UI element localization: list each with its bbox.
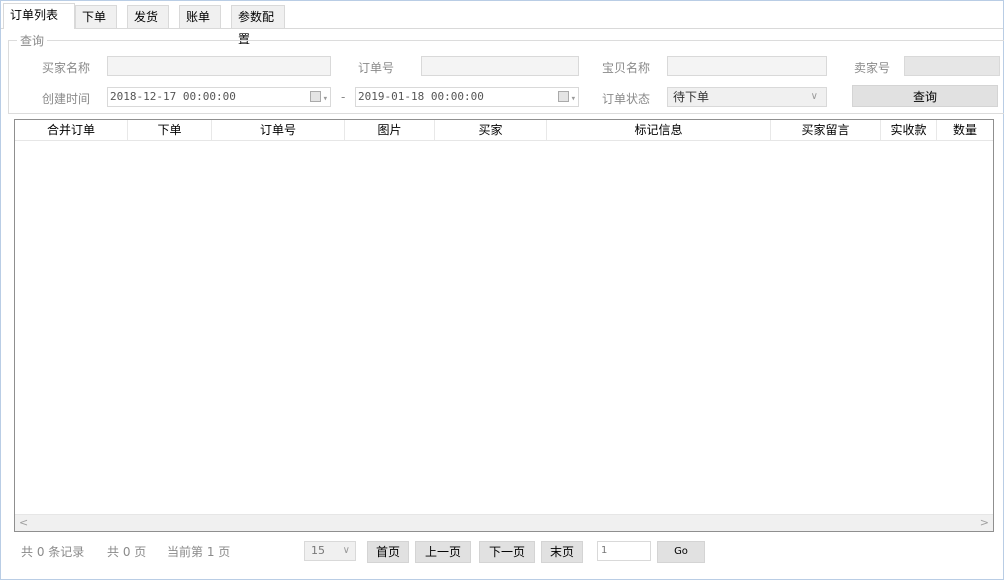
tab-bar: 订单列表 下单 发货 账单 参数配置 <box>1 1 1003 46</box>
order-status-select[interactable]: 待下单 ∨ <box>667 87 827 107</box>
query-group-title: 查询 <box>17 32 48 49</box>
column-header-place-order[interactable]: 下单 <box>128 120 212 140</box>
page-size-select[interactable]: 15 ∨ <box>304 541 356 561</box>
end-datetime-value: 2019-01-18 00:00:00 <box>358 90 484 103</box>
page-size-value: 15 <box>311 544 325 557</box>
item-name-label: 宝贝名称 <box>602 61 651 75</box>
prev-page-button[interactable]: 上一页 <box>415 541 471 563</box>
order-table[interactable]: 合并订单 下单 订单号 图片 买家 标记信息 买家留言 实收款 数量 < > <box>14 119 994 532</box>
total-records: 共 0 条记录 <box>21 545 85 559</box>
tab-settings[interactable]: 参数配置 <box>231 5 285 46</box>
item-name-input[interactable] <box>667 56 827 76</box>
chevron-down-icon: ∨ <box>342 545 350 556</box>
order-no-label: 订单号 <box>358 61 395 75</box>
column-header-quantity[interactable]: 数量 <box>937 120 993 140</box>
column-header-merge-order[interactable]: 合并订单 <box>15 120 128 140</box>
seller-no-label: 卖家号 <box>854 61 891 75</box>
buyer-name-input[interactable] <box>107 56 331 76</box>
order-no-input[interactable] <box>421 56 579 76</box>
go-button[interactable]: Go <box>657 541 705 563</box>
table-header: 合并订单 下单 订单号 图片 买家 标记信息 买家留言 实收款 数量 <box>15 120 993 141</box>
date-range-dash: - <box>341 90 346 104</box>
next-page-button[interactable]: 下一页 <box>479 541 535 563</box>
last-page-button[interactable]: 末页 <box>541 541 583 563</box>
tab-baseline <box>1 28 1003 29</box>
calendar-dropdown-icon[interactable]: ▾ <box>548 90 576 104</box>
scroll-left-icon[interactable]: < <box>19 516 28 529</box>
column-header-buyer-message[interactable]: 买家留言 <box>771 120 881 140</box>
app-window: 订单列表 下单 发货 账单 参数配置 查询 买家名称 订单号 宝贝名称 卖家号 … <box>0 0 1004 580</box>
tab-bills[interactable]: 账单 <box>179 5 221 28</box>
tab-place-order[interactable]: 下单 <box>75 5 117 28</box>
current-page: 当前第 1 页 <box>167 545 231 559</box>
tab-shipping[interactable]: 发货 <box>127 5 169 28</box>
start-datetime-picker[interactable]: 2018-12-17 00:00:00 ▾ <box>107 87 331 107</box>
chevron-down-icon: ∨ <box>810 91 818 102</box>
buyer-name-label: 买家名称 <box>42 61 91 75</box>
calendar-dropdown-icon[interactable]: ▾ <box>300 90 328 104</box>
end-datetime-picker[interactable]: 2019-01-18 00:00:00 ▾ <box>355 87 579 107</box>
total-pages: 共 0 页 <box>107 545 147 559</box>
scroll-right-icon[interactable]: > <box>980 516 989 529</box>
horizontal-scrollbar[interactable]: < > <box>15 514 993 531</box>
query-button[interactable]: 查询 <box>852 85 998 107</box>
column-header-amount-received[interactable]: 实收款 <box>881 120 937 140</box>
seller-no-input[interactable] <box>904 56 1000 76</box>
column-header-buyer[interactable]: 买家 <box>435 120 547 140</box>
created-time-label: 创建时间 <box>42 92 91 106</box>
column-header-image[interactable]: 图片 <box>345 120 435 140</box>
order-status-value: 待下单 <box>673 90 710 104</box>
first-page-button[interactable]: 首页 <box>367 541 409 563</box>
page-number-input[interactable]: 1 <box>597 541 651 561</box>
start-datetime-value: 2018-12-17 00:00:00 <box>110 90 236 103</box>
column-header-order-no[interactable]: 订单号 <box>212 120 345 140</box>
tab-order-list[interactable]: 订单列表 <box>3 3 75 29</box>
order-status-label: 订单状态 <box>602 92 651 106</box>
column-header-mark-info[interactable]: 标记信息 <box>547 120 771 140</box>
